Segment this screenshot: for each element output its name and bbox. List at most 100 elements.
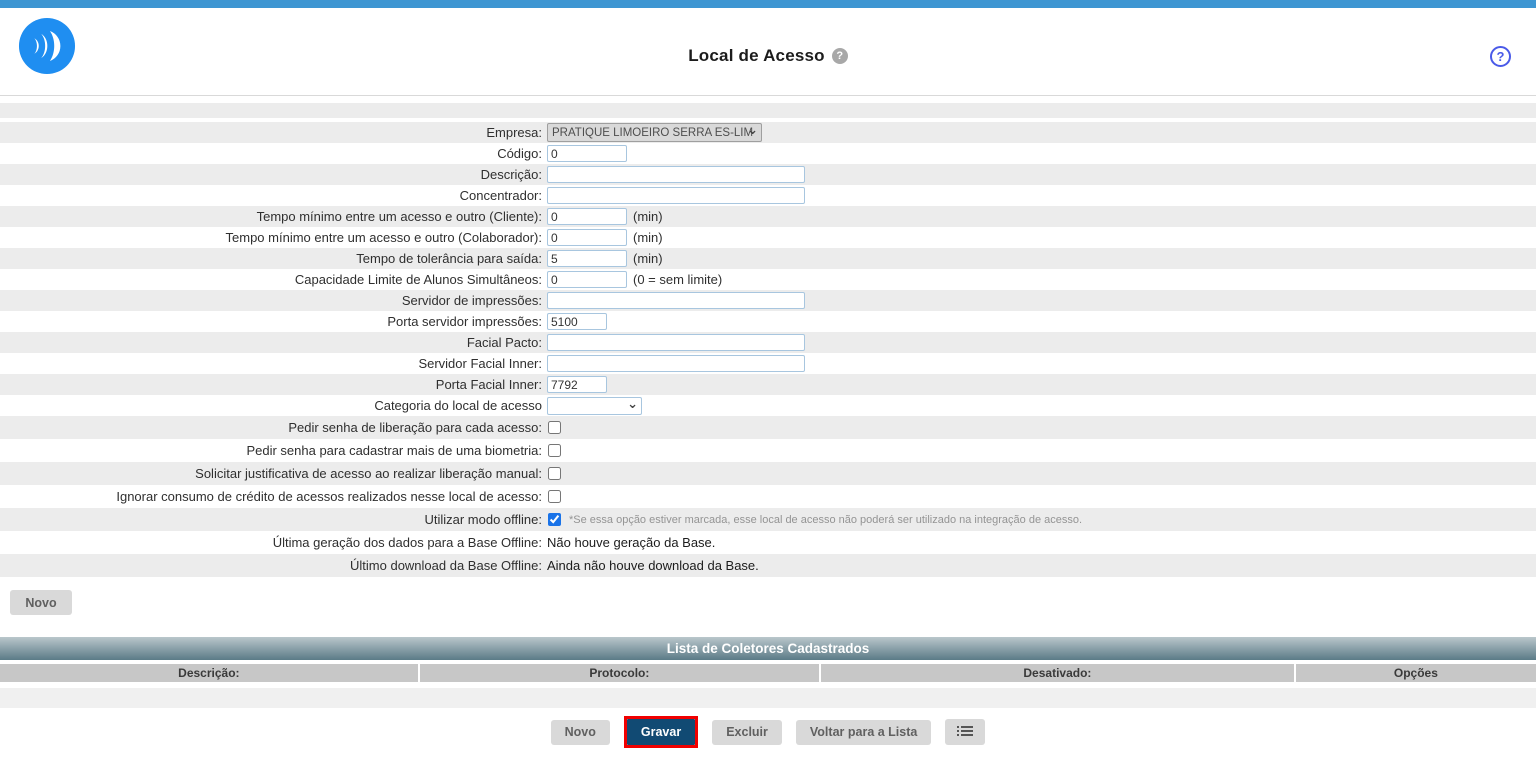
porta-facial-inner-control-area	[545, 376, 1536, 393]
descricao-input[interactable]	[547, 166, 805, 183]
tempo-tolerancia-saida-label: Tempo de tolerância para saída:	[0, 251, 545, 266]
tempo-minimo-colaborador-label: Tempo mínimo entre um acesso e outro (Co…	[0, 230, 545, 245]
ultima-geracao-base-offline-control-area: Não houve geração da Base.	[545, 535, 1536, 550]
porta-servidor-impressoes-label: Porta servidor impressões:	[0, 314, 545, 329]
porta-servidor-impressoes-control-area	[545, 313, 1536, 330]
empty-form-band	[0, 103, 1536, 118]
servidor-facial-inner-input[interactable]	[547, 355, 805, 372]
utilizar-modo-offline-control-area: *Se essa opção estiver marcada, esse loc…	[545, 513, 1536, 526]
title-help-icon[interactable]: ?	[832, 48, 848, 64]
concentrador-control-area	[545, 187, 1536, 204]
page-header: Local de Acesso ? ?	[0, 8, 1536, 96]
app-logo-icon	[18, 17, 76, 75]
coletores-table-title: Lista de Coletores Cadastrados	[0, 637, 1536, 660]
solicitar-justificativa-label: Solicitar justificativa de acesso ao rea…	[0, 466, 545, 481]
column-header-protocolo: Protocolo:	[420, 664, 819, 682]
porta-facial-inner-input[interactable]	[547, 376, 607, 393]
tempo-minimo-cliente-label: Tempo mínimo entre um acesso e outro (Cl…	[0, 209, 545, 224]
servidor-impressoes-label: Servidor de impressões:	[0, 293, 545, 308]
top-accent-bar	[0, 0, 1536, 8]
empresa-label: Empresa:	[0, 125, 545, 140]
pedir-senha-biometria-control-area	[545, 444, 1536, 457]
solicitar-justificativa-checkbox[interactable]	[548, 467, 561, 480]
empresa-select[interactable]: PRATIQUE LIMOEIRO SERRA ES-LIM⌄	[547, 123, 762, 142]
categoria-local-acesso-label: Categoria do local de acesso	[0, 398, 545, 413]
column-header-opções: Opções	[1296, 664, 1536, 682]
ignorar-consumo-credito-checkbox[interactable]	[548, 490, 561, 503]
servidor-facial-inner-control-area	[545, 355, 1536, 372]
servidor-impressoes-input[interactable]	[547, 292, 805, 309]
form-row-concentrador: Concentrador:	[0, 185, 1536, 206]
coletores-table-header: Descrição:Protocolo:Desativado:Opções	[0, 664, 1536, 682]
novo-coletor-button[interactable]: Novo	[10, 590, 72, 615]
codigo-label: Código:	[0, 146, 545, 161]
categoria-local-acesso-control-area: ⌄	[545, 397, 1536, 415]
ignorar-consumo-credito-control-area	[545, 490, 1536, 503]
utilizar-modo-offline-note: *Se essa opção estiver marcada, esse loc…	[569, 514, 1082, 526]
tempo-minimo-colaborador-input[interactable]	[547, 229, 627, 246]
pedir-senha-biometria-checkbox[interactable]	[548, 444, 561, 457]
ultima-geracao-base-offline-value: Não houve geração da Base.	[547, 535, 715, 550]
categoria-local-acesso-select[interactable]: ⌄	[547, 397, 642, 415]
tempo-tolerancia-saida-control-area: (min)	[545, 250, 1536, 267]
form-row-descricao: Descrição:	[0, 164, 1536, 185]
descricao-control-area	[545, 166, 1536, 183]
tempo-minimo-cliente-input[interactable]	[547, 208, 627, 225]
chevron-down-icon: ⌄	[747, 121, 758, 139]
form-rows: Empresa:PRATIQUE LIMOEIRO SERRA ES-LIM⌄C…	[0, 122, 1536, 577]
ultimo-download-base-offline-label: Último download da Base Offline:	[0, 558, 545, 573]
empresa-select-value: PRATIQUE LIMOEIRO SERRA ES-LIM	[548, 127, 757, 139]
tempo-tolerancia-saida-suffix: (min)	[633, 251, 663, 266]
pedir-senha-liberacao-control-area	[545, 421, 1536, 434]
codigo-input[interactable]	[547, 145, 627, 162]
form-row-empresa: Empresa:PRATIQUE LIMOEIRO SERRA ES-LIM⌄	[0, 122, 1536, 143]
descricao-label: Descrição:	[0, 167, 545, 182]
form-row-categoria-local-acesso: Categoria do local de acesso ⌄	[0, 395, 1536, 416]
form-row-facial-pacto: Facial Pacto:	[0, 332, 1536, 353]
column-header-desativado: Desativado:	[821, 664, 1294, 682]
porta-servidor-impressoes-input[interactable]	[547, 313, 607, 330]
form-row-utilizar-modo-offline: Utilizar modo offline: *Se essa opção est…	[0, 508, 1536, 531]
form-row-capacidade-limite: Capacidade Limite de Alunos Simultâneos:…	[0, 269, 1536, 290]
concentrador-label: Concentrador:	[0, 188, 545, 203]
facial-pacto-control-area	[545, 334, 1536, 351]
form-row-pedir-senha-liberacao: Pedir senha de liberação para cada acess…	[0, 416, 1536, 439]
footer-buttons: Novo Gravar Excluir Voltar para a Lista	[0, 716, 1536, 748]
utilizar-modo-offline-label: Utilizar modo offline:	[0, 512, 545, 527]
capacidade-limite-suffix: (0 = sem limite)	[633, 272, 722, 287]
column-header-descrição: Descrição:	[0, 664, 418, 682]
empresa-control-area: PRATIQUE LIMOEIRO SERRA ES-LIM⌄	[545, 123, 1536, 142]
ultima-geracao-base-offline-label: Última geração dos dados para a Base Off…	[0, 535, 545, 550]
pedir-senha-liberacao-checkbox[interactable]	[548, 421, 561, 434]
page-title: Local de Acesso	[688, 46, 825, 66]
form-row-ultimo-download-base-offline: Último download da Base Offline:Ainda nã…	[0, 554, 1536, 577]
excluir-button[interactable]: Excluir	[712, 720, 782, 745]
tempo-tolerancia-saida-input[interactable]	[547, 250, 627, 267]
form-row-porta-facial-inner: Porta Facial Inner:	[0, 374, 1536, 395]
novo-button[interactable]: Novo	[551, 720, 610, 745]
form-row-servidor-impressoes: Servidor de impressões:	[0, 290, 1536, 311]
pedir-senha-biometria-label: Pedir senha para cadastrar mais de uma b…	[0, 443, 545, 458]
capacidade-limite-input[interactable]	[547, 271, 627, 288]
gravar-button[interactable]: Gravar	[627, 719, 695, 745]
form-row-codigo: Código:	[0, 143, 1536, 164]
help-icon[interactable]: ?	[1490, 46, 1511, 67]
form-row-ignorar-consumo-credito: Ignorar consumo de crédito de acessos re…	[0, 485, 1536, 508]
concentrador-input[interactable]	[547, 187, 805, 204]
capacidade-limite-label: Capacidade Limite de Alunos Simultâneos:	[0, 272, 545, 287]
pedir-senha-liberacao-label: Pedir senha de liberação para cada acess…	[0, 420, 545, 435]
list-view-button[interactable]	[945, 719, 985, 745]
list-icon	[957, 725, 973, 739]
voltar-para-a-lista-button[interactable]: Voltar para a Lista	[796, 720, 931, 745]
form-row-solicitar-justificativa: Solicitar justificativa de acesso ao rea…	[0, 462, 1536, 485]
utilizar-modo-offline-checkbox[interactable]	[548, 513, 561, 526]
ultimo-download-base-offline-control-area: Ainda não houve download da Base.	[545, 558, 1536, 573]
form-row-tempo-minimo-colaborador: Tempo mínimo entre um acesso e outro (Co…	[0, 227, 1536, 248]
ultimo-download-base-offline-value: Ainda não houve download da Base.	[547, 558, 759, 573]
codigo-control-area	[545, 145, 1536, 162]
tempo-minimo-cliente-suffix: (min)	[633, 209, 663, 224]
form-row-ultima-geracao-base-offline: Última geração dos dados para a Base Off…	[0, 531, 1536, 554]
facial-pacto-input[interactable]	[547, 334, 805, 351]
form-row-pedir-senha-biometria: Pedir senha para cadastrar mais de uma b…	[0, 439, 1536, 462]
chevron-down-icon: ⌄	[627, 395, 638, 413]
